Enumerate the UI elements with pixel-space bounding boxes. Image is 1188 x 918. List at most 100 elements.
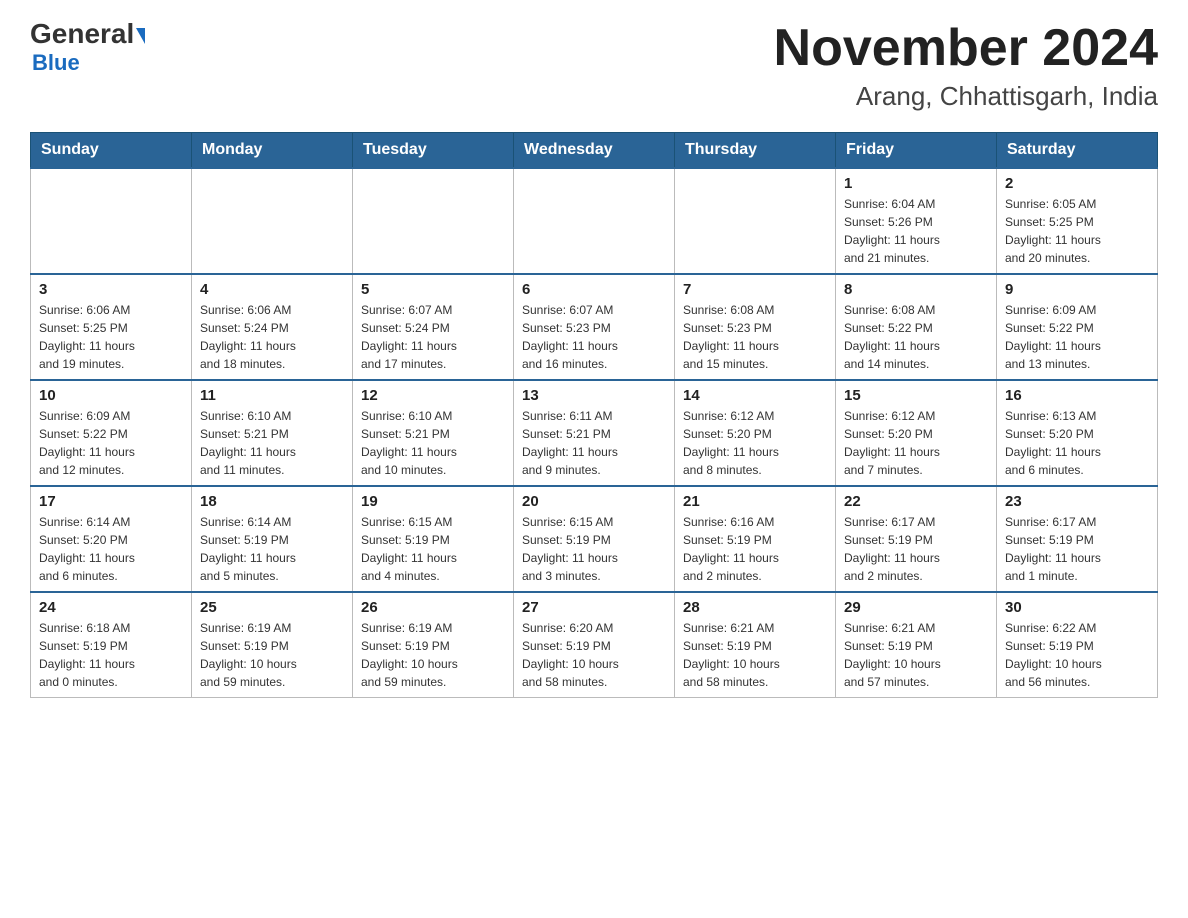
day-number: 25	[200, 599, 344, 616]
day-info: Sunrise: 6:22 AM Sunset: 5:19 PM Dayligh…	[1005, 619, 1149, 691]
day-number: 5	[361, 281, 505, 298]
weekday-header-row: SundayMondayTuesdayWednesdayThursdayFrid…	[31, 133, 1158, 169]
day-number: 11	[200, 387, 344, 404]
day-number: 23	[1005, 493, 1149, 510]
day-number: 6	[522, 281, 666, 298]
day-info: Sunrise: 6:20 AM Sunset: 5:19 PM Dayligh…	[522, 619, 666, 691]
calendar-cell: 2Sunrise: 6:05 AM Sunset: 5:25 PM Daylig…	[997, 168, 1158, 274]
calendar-cell: 3Sunrise: 6:06 AM Sunset: 5:25 PM Daylig…	[31, 274, 192, 380]
calendar-cell	[353, 168, 514, 274]
day-info: Sunrise: 6:12 AM Sunset: 5:20 PM Dayligh…	[683, 407, 827, 479]
calendar-table: SundayMondayTuesdayWednesdayThursdayFrid…	[30, 132, 1158, 698]
day-number: 8	[844, 281, 988, 298]
week-row-1: 1 Sunrise: 6:04 AM Sunset: 5:26 PM Daylig…	[31, 168, 1158, 274]
week-row-5: 24 Sunrise: 6:18 AM Sunset: 5:19 PM Dayli…	[31, 592, 1158, 698]
calendar-cell: 8 Sunrise: 6:08 AM Sunset: 5:22 PM Daylig…	[836, 274, 997, 380]
logo-blue: Blue	[32, 50, 80, 76]
day-info: Sunrise: 6:10 AM Sunset: 5:21 PM Dayligh…	[361, 407, 505, 479]
day-number: 17	[39, 493, 183, 510]
day-info: Sunrise: 6:19 AM Sunset: 5:19 PM Dayligh…	[200, 619, 344, 691]
day-number: 16	[1005, 387, 1149, 404]
day-info: Sunrise: 6:10 AM Sunset: 5:21 PM Dayligh…	[200, 407, 344, 479]
logo-triangle-icon	[136, 28, 145, 44]
weekday-header-friday: Friday	[836, 133, 997, 169]
weekday-header-monday: Monday	[192, 133, 353, 169]
calendar-cell	[675, 168, 836, 274]
day-info: Sunrise: 6:12 AM Sunset: 5:20 PM Dayligh…	[844, 407, 988, 479]
day-info: Sunrise: 6:09 AM Sunset: 5:22 PM Dayligh…	[39, 407, 183, 479]
calendar-cell: 5 Sunrise: 6:07 AM Sunset: 5:24 PM Daylig…	[353, 274, 514, 380]
day-number: 30	[1005, 599, 1149, 616]
day-number: 22	[844, 493, 988, 510]
day-number: 2	[1005, 175, 1149, 192]
day-info: Sunrise: 6:18 AM Sunset: 5:19 PM Dayligh…	[39, 619, 183, 691]
day-info: Sunrise: 6:14 AM Sunset: 5:20 PM Dayligh…	[39, 513, 183, 585]
day-info: Sunrise: 6:08 AM Sunset: 5:23 PM Dayligh…	[683, 301, 827, 373]
day-info: Sunrise: 6:21 AM Sunset: 5:19 PM Dayligh…	[844, 619, 988, 691]
calendar-cell: 20 Sunrise: 6:15 AM Sunset: 5:19 PM Dayli…	[514, 486, 675, 592]
day-number: 26	[361, 599, 505, 616]
calendar-cell: 26 Sunrise: 6:19 AM Sunset: 5:19 PM Dayli…	[353, 592, 514, 698]
day-info: Sunrise: 6:19 AM Sunset: 5:19 PM Dayligh…	[361, 619, 505, 691]
day-info: Sunrise: 6:06 AM Sunset: 5:24 PM Dayligh…	[200, 301, 344, 373]
day-info: Sunrise: 6:04 AM Sunset: 5:26 PM Dayligh…	[844, 195, 988, 267]
day-number: 1	[844, 175, 988, 192]
weekday-header-sunday: Sunday	[31, 133, 192, 169]
day-number: 4	[200, 281, 344, 298]
weekday-header-thursday: Thursday	[675, 133, 836, 169]
calendar-cell: 22 Sunrise: 6:17 AM Sunset: 5:19 PM Dayli…	[836, 486, 997, 592]
calendar-cell	[192, 168, 353, 274]
day-info: Sunrise: 6:15 AM Sunset: 5:19 PM Dayligh…	[361, 513, 505, 585]
calendar-cell: 6 Sunrise: 6:07 AM Sunset: 5:23 PM Daylig…	[514, 274, 675, 380]
sub-title: Arang, Chhattisgarh, India	[774, 81, 1158, 112]
day-number: 3	[39, 281, 183, 298]
calendar-cell: 30 Sunrise: 6:22 AM Sunset: 5:19 PM Dayli…	[997, 592, 1158, 698]
calendar-cell: 28Sunrise: 6:21 AM Sunset: 5:19 PM Dayli…	[675, 592, 836, 698]
logo-general: General	[30, 20, 145, 48]
day-number: 7	[683, 281, 827, 298]
calendar-cell: 14Sunrise: 6:12 AM Sunset: 5:20 PM Dayli…	[675, 380, 836, 486]
day-number: 24	[39, 599, 183, 616]
calendar-cell: 12 Sunrise: 6:10 AM Sunset: 5:21 PM Dayli…	[353, 380, 514, 486]
week-row-4: 17 Sunrise: 6:14 AM Sunset: 5:20 PM Dayli…	[31, 486, 1158, 592]
calendar-cell	[514, 168, 675, 274]
day-info: Sunrise: 6:11 AM Sunset: 5:21 PM Dayligh…	[522, 407, 666, 479]
weekday-header-tuesday: Tuesday	[353, 133, 514, 169]
day-info: Sunrise: 6:08 AM Sunset: 5:22 PM Dayligh…	[844, 301, 988, 373]
calendar-cell: 16Sunrise: 6:13 AM Sunset: 5:20 PM Dayli…	[997, 380, 1158, 486]
calendar-cell: 1 Sunrise: 6:04 AM Sunset: 5:26 PM Daylig…	[836, 168, 997, 274]
week-row-3: 10Sunrise: 6:09 AM Sunset: 5:22 PM Dayli…	[31, 380, 1158, 486]
calendar-cell: 7 Sunrise: 6:08 AM Sunset: 5:23 PM Daylig…	[675, 274, 836, 380]
calendar-cell: 19Sunrise: 6:15 AM Sunset: 5:19 PM Dayli…	[353, 486, 514, 592]
main-title: November 2024	[774, 20, 1158, 77]
day-number: 27	[522, 599, 666, 616]
day-info: Sunrise: 6:16 AM Sunset: 5:19 PM Dayligh…	[683, 513, 827, 585]
calendar-cell: 15Sunrise: 6:12 AM Sunset: 5:20 PM Dayli…	[836, 380, 997, 486]
calendar-cell: 24 Sunrise: 6:18 AM Sunset: 5:19 PM Dayli…	[31, 592, 192, 698]
title-area: November 2024 Arang, Chhattisgarh, India	[774, 20, 1158, 112]
logo: General Blue	[30, 20, 145, 76]
day-number: 20	[522, 493, 666, 510]
day-info: Sunrise: 6:07 AM Sunset: 5:24 PM Dayligh…	[361, 301, 505, 373]
day-number: 12	[361, 387, 505, 404]
weekday-header-wednesday: Wednesday	[514, 133, 675, 169]
calendar-cell: 18 Sunrise: 6:14 AM Sunset: 5:19 PM Dayli…	[192, 486, 353, 592]
weekday-header-saturday: Saturday	[997, 133, 1158, 169]
calendar-cell: 13Sunrise: 6:11 AM Sunset: 5:21 PM Dayli…	[514, 380, 675, 486]
day-number: 21	[683, 493, 827, 510]
day-info: Sunrise: 6:14 AM Sunset: 5:19 PM Dayligh…	[200, 513, 344, 585]
calendar-cell: 23 Sunrise: 6:17 AM Sunset: 5:19 PM Dayli…	[997, 486, 1158, 592]
calendar-cell: 9Sunrise: 6:09 AM Sunset: 5:22 PM Daylig…	[997, 274, 1158, 380]
day-info: Sunrise: 6:07 AM Sunset: 5:23 PM Dayligh…	[522, 301, 666, 373]
day-number: 18	[200, 493, 344, 510]
day-info: Sunrise: 6:15 AM Sunset: 5:19 PM Dayligh…	[522, 513, 666, 585]
week-row-2: 3Sunrise: 6:06 AM Sunset: 5:25 PM Daylig…	[31, 274, 1158, 380]
day-info: Sunrise: 6:17 AM Sunset: 5:19 PM Dayligh…	[1005, 513, 1149, 585]
calendar-cell: 11 Sunrise: 6:10 AM Sunset: 5:21 PM Dayli…	[192, 380, 353, 486]
calendar-cell: 25 Sunrise: 6:19 AM Sunset: 5:19 PM Dayli…	[192, 592, 353, 698]
calendar-cell: 4 Sunrise: 6:06 AM Sunset: 5:24 PM Daylig…	[192, 274, 353, 380]
calendar-cell: 27 Sunrise: 6:20 AM Sunset: 5:19 PM Dayli…	[514, 592, 675, 698]
day-info: Sunrise: 6:21 AM Sunset: 5:19 PM Dayligh…	[683, 619, 827, 691]
day-info: Sunrise: 6:17 AM Sunset: 5:19 PM Dayligh…	[844, 513, 988, 585]
calendar-cell: 10Sunrise: 6:09 AM Sunset: 5:22 PM Dayli…	[31, 380, 192, 486]
